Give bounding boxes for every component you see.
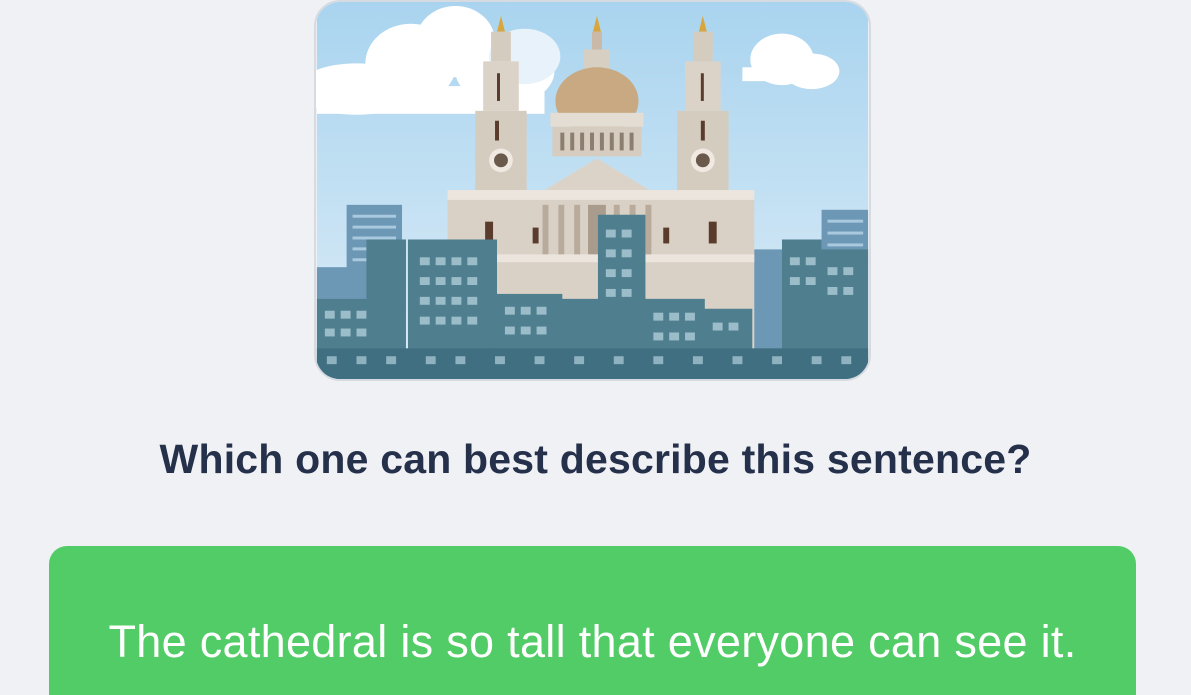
quiz-screen: Which one can best describe this sentenc… xyxy=(0,0,1191,695)
answer-option-correct[interactable]: The cathedral is so tall that everyone c… xyxy=(49,546,1136,695)
cathedral-illustration xyxy=(314,0,871,381)
cathedral-image xyxy=(316,2,869,379)
answer-option-label: The cathedral is so tall that everyone c… xyxy=(108,616,1077,667)
question-text: Which one can best describe this sentenc… xyxy=(159,436,1032,482)
